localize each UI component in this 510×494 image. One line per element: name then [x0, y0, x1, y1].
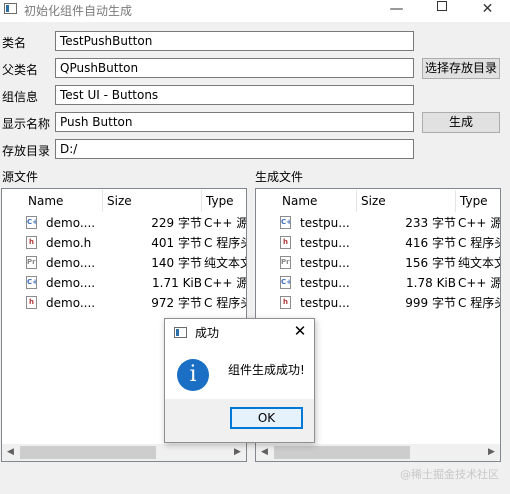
column-header-size[interactable]: Size: [103, 190, 201, 212]
watermark: @稀土掘金技术社区: [400, 468, 499, 481]
class-name-input[interactable]: TestPushButton: [55, 31, 414, 51]
header-file-icon: h: [26, 296, 37, 309]
column-header-type[interactable]: Type: [456, 190, 500, 212]
file-size: 999 字节: [405, 296, 456, 310]
file-size: 416 字节: [405, 236, 456, 250]
cpp-file-icon: C++: [280, 276, 291, 289]
horizontal-scrollbar[interactable]: ◀ ▶: [2, 444, 246, 461]
class-name-label: 类名: [2, 36, 27, 50]
display-name-label: 显示名称: [2, 117, 51, 131]
maximize-icon: [437, 1, 447, 11]
ok-button[interactable]: OK: [230, 407, 303, 429]
file-type: C++ 源: [458, 276, 500, 290]
parent-class-input[interactable]: QPushButton: [55, 58, 414, 78]
file-type: 纯文本文: [458, 256, 500, 270]
info-icon: i: [177, 359, 209, 391]
file-name: demo....: [46, 216, 96, 230]
generated-files-title: 生成文件: [255, 170, 304, 184]
file-type: C 程序头: [204, 236, 246, 250]
file-row[interactable]: h demo.... 972 字节 C 程序头: [2, 293, 246, 313]
file-row[interactable]: h demo.h 401 字节 C 程序头: [2, 233, 246, 253]
file-row[interactable]: C++ demo.... 1.71 KiB C++ 源: [2, 273, 246, 293]
file-name: demo....: [46, 256, 96, 270]
file-type: C++ 源: [204, 216, 246, 230]
column-header-name[interactable]: Name: [24, 190, 102, 212]
app-icon: [4, 3, 17, 14]
cpp-file-icon: C++: [26, 276, 37, 289]
text-file-icon: Pri: [280, 256, 291, 269]
dialog-footer: OK: [165, 399, 314, 442]
dialog-title: 成功: [195, 326, 220, 340]
dialog-message: 组件生成成功!: [228, 363, 305, 377]
file-name: testpu...: [300, 216, 350, 230]
column-header-type[interactable]: Type: [202, 190, 246, 212]
success-dialog: 成功 ✕ i 组件生成成功! OK: [164, 318, 315, 443]
file-name: testpu...: [300, 296, 350, 310]
choose-directory-button[interactable]: 选择存放目录: [422, 58, 500, 79]
file-name: testpu...: [300, 256, 350, 270]
header-file-icon: h: [280, 296, 291, 309]
file-row[interactable]: Pri testpu... 156 字节 纯文本文: [256, 253, 500, 273]
file-type: C 程序头: [458, 236, 500, 250]
dialog-close-button[interactable]: ✕: [289, 321, 311, 341]
header-file-icon: h: [26, 236, 37, 249]
column-header-size[interactable]: Size: [357, 190, 455, 212]
file-size: 140 字节: [151, 256, 202, 270]
file-size: 401 字节: [151, 236, 202, 250]
file-type: 纯文本文: [204, 256, 246, 270]
scroll-right-icon[interactable]: ▶: [229, 444, 246, 461]
file-row[interactable]: Pri demo.... 140 字节 纯文本文: [2, 253, 246, 273]
minimize-button[interactable]: —: [374, 0, 419, 22]
group-info-label: 组信息: [2, 90, 39, 104]
horizontal-scrollbar[interactable]: ◀ ▶: [256, 444, 500, 461]
generate-button[interactable]: 生成: [422, 112, 500, 133]
file-row[interactable]: C++ demo.... 229 字节 C++ 源: [2, 213, 246, 233]
scrollbar-thumb[interactable]: [20, 446, 156, 459]
file-size: 156 字节: [405, 256, 456, 270]
file-row[interactable]: C++ testpu... 1.78 KiB C++ 源: [256, 273, 500, 293]
file-type: C 程序头: [204, 296, 246, 310]
title-bar: 初始化组件自动生成 — ✕: [0, 0, 510, 22]
maximize-button[interactable]: [419, 0, 464, 22]
scrollbar-thumb[interactable]: [274, 446, 410, 459]
file-size: 1.71 KiB: [152, 276, 202, 290]
file-size: 229 字节: [151, 216, 202, 230]
file-name: testpu...: [300, 276, 350, 290]
cpp-file-icon: C++: [26, 216, 37, 229]
file-size: 972 字节: [151, 296, 202, 310]
file-name: demo....: [46, 276, 96, 290]
file-type: C 程序头: [458, 296, 500, 310]
group-info-input[interactable]: Test UI - Buttons: [55, 85, 414, 105]
file-name: demo....: [46, 296, 96, 310]
scroll-right-icon[interactable]: ▶: [483, 444, 500, 461]
cpp-file-icon: C++: [280, 216, 291, 229]
file-row[interactable]: h testpu... 999 字节 C 程序头: [256, 293, 500, 313]
file-size: 1.78 KiB: [406, 276, 456, 290]
file-type: C++ 源: [204, 276, 246, 290]
file-type: C++ 源: [458, 216, 500, 230]
file-size: 233 字节: [405, 216, 456, 230]
parent-class-label: 父类名: [2, 63, 39, 77]
close-window-button[interactable]: ✕: [465, 0, 510, 22]
text-file-icon: Pri: [26, 256, 37, 269]
window-title: 初始化组件自动生成: [24, 4, 133, 18]
file-name: testpu...: [300, 236, 350, 250]
file-row[interactable]: C++ testpu... 233 字节 C++ 源: [256, 213, 500, 233]
save-directory-input[interactable]: D:/: [55, 139, 414, 159]
scroll-left-icon[interactable]: ◀: [2, 444, 19, 461]
header-file-icon: h: [280, 236, 291, 249]
source-files-title: 源文件: [2, 170, 39, 184]
column-header-name[interactable]: Name: [278, 190, 356, 212]
file-row[interactable]: h testpu... 416 字节 C 程序头: [256, 233, 500, 253]
file-name: demo.h: [46, 236, 92, 250]
display-name-input[interactable]: Push Button: [55, 112, 414, 132]
dialog-app-icon: [174, 327, 187, 338]
scroll-left-icon[interactable]: ◀: [256, 444, 273, 461]
save-directory-label: 存放目录: [2, 144, 51, 158]
